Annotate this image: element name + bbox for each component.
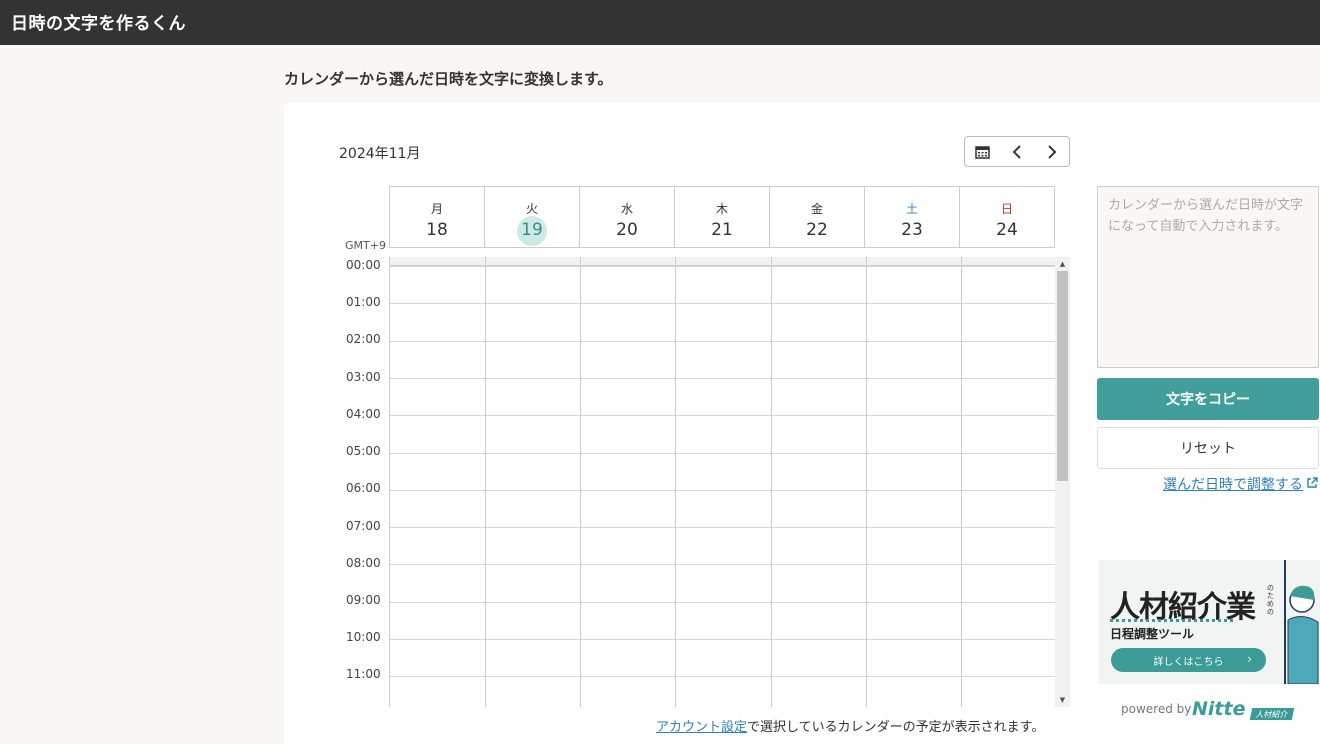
ad-banner[interactable]: 人材紹介業 のための 日程調整ツール 詳しくはこちら ›	[1099, 560, 1320, 684]
day-column-mon[interactable]: 月 18	[390, 187, 484, 247]
hour-gridline	[390, 601, 1055, 603]
footnote-text: で選択しているカレンダーの予定が表示されます。	[747, 720, 1045, 735]
footnote: アカウント設定で選択しているカレンダーの予定が表示されます。	[656, 716, 1044, 735]
hour-gridline	[390, 564, 1055, 566]
day-header: 月 18 火 19 水 20 木 21 金 22 土 23 日 24	[389, 186, 1055, 248]
day-number: 18	[426, 220, 448, 240]
time-label: 09:00	[346, 593, 381, 607]
timezone-label: GMT+9	[345, 239, 386, 252]
day-gridline	[580, 257, 581, 707]
day-number: 21	[711, 220, 733, 240]
day-gridline	[961, 257, 962, 707]
chevron-right-icon	[1047, 144, 1057, 159]
month-label: 2024年11月	[339, 146, 421, 162]
time-label: 05:00	[346, 444, 381, 458]
copy-text-button[interactable]: 文字をコピー	[1097, 378, 1319, 420]
hour-gridline	[390, 340, 1055, 342]
day-column-wed[interactable]: 水 20	[579, 187, 674, 247]
hour-gridline	[390, 415, 1055, 417]
adjust-schedule-link[interactable]: 選んだ日時で調整する	[1163, 474, 1318, 494]
time-label: 01:00	[346, 295, 381, 309]
adjust-link-text: 選んだ日時で調整する	[1163, 477, 1303, 493]
ad-cta-button[interactable]: 詳しくはこちら ›	[1111, 648, 1266, 672]
calendar-nav	[964, 136, 1070, 167]
day-of-week: 木	[715, 202, 728, 216]
scroll-down-arrow-icon[interactable]: ▼	[1055, 694, 1070, 706]
day-number: 23	[901, 220, 923, 240]
hour-gridline	[390, 676, 1055, 678]
page-subtitle: カレンダーから選んだ日時を文字に変換します。	[284, 70, 613, 88]
day-gridline	[771, 257, 772, 707]
grid-top-band	[390, 257, 1055, 266]
time-label: 00:00	[346, 258, 381, 272]
powered-by-label: powered by	[1121, 702, 1192, 716]
day-of-week: 月	[430, 202, 443, 216]
ad-cta-label: 詳しくはこちら	[1153, 656, 1224, 668]
external-link-icon	[1306, 477, 1318, 492]
calendar-picker-button[interactable]	[965, 137, 1000, 166]
hour-gridline	[390, 527, 1055, 529]
person-illustration-icon	[1284, 560, 1319, 684]
day-column-fri[interactable]: 金 22	[769, 187, 864, 247]
time-label: 04:00	[346, 407, 381, 421]
day-number: 19	[521, 220, 543, 240]
time-label: 11:00	[346, 667, 381, 681]
hour-gridline	[390, 452, 1055, 454]
time-label: 10:00	[346, 630, 381, 644]
day-column-sat[interactable]: 土 23	[864, 187, 959, 247]
day-of-week: 水	[620, 202, 633, 216]
time-label: 06:00	[346, 481, 381, 495]
day-of-week: 日	[1000, 202, 1013, 216]
day-number: 24	[996, 220, 1018, 240]
hour-gridline	[390, 639, 1055, 640]
nitte-badge: 人材紹介	[1249, 708, 1295, 720]
day-of-week: 金	[810, 202, 823, 216]
day-gridline	[866, 257, 867, 707]
app-title: 日時の文字を作るくん	[11, 14, 186, 34]
scroll-up-arrow-icon[interactable]: ▲	[1055, 258, 1070, 270]
time-label: 03:00	[346, 370, 381, 384]
calendar-icon	[975, 145, 990, 159]
hour-gridline	[390, 266, 1055, 267]
scroll-thumb[interactable]	[1057, 271, 1068, 481]
nitte-logo: Nitte	[1192, 698, 1246, 720]
account-settings-link[interactable]: アカウント設定	[656, 720, 747, 735]
day-number: 22	[806, 220, 828, 240]
day-gridline	[485, 257, 486, 707]
time-label: 02:00	[346, 332, 381, 346]
day-column-sun[interactable]: 日 24	[959, 187, 1054, 247]
ad-for-text: のための	[1267, 584, 1274, 616]
day-gridline	[675, 257, 676, 707]
top-bar: 日時の文字を作るくん	[0, 0, 1320, 45]
time-grid[interactable]	[389, 257, 1055, 707]
day-of-week: 火	[525, 202, 538, 216]
time-label: 07:00	[346, 519, 381, 533]
hour-gridline	[390, 489, 1055, 491]
reset-button[interactable]: リセット	[1097, 427, 1319, 469]
grid-scrollbar[interactable]: ▲ ▼	[1055, 257, 1070, 707]
ad-dotted-divider	[1110, 619, 1233, 622]
hour-gridline	[390, 303, 1055, 305]
chevron-right-icon: ›	[1247, 652, 1252, 666]
next-week-button[interactable]	[1034, 137, 1069, 166]
ad-subtitle: 日程調整ツール	[1110, 627, 1195, 641]
chevron-left-icon	[1012, 144, 1021, 159]
time-label: 08:00	[346, 556, 381, 570]
prev-week-button[interactable]	[1000, 137, 1035, 166]
day-of-week: 土	[905, 202, 918, 216]
day-column-tue[interactable]: 火 19	[484, 187, 579, 247]
result-textarea[interactable]	[1097, 186, 1319, 368]
day-number: 20	[616, 220, 638, 240]
hour-gridline	[390, 377, 1055, 379]
day-column-thu[interactable]: 木 21	[674, 187, 769, 247]
